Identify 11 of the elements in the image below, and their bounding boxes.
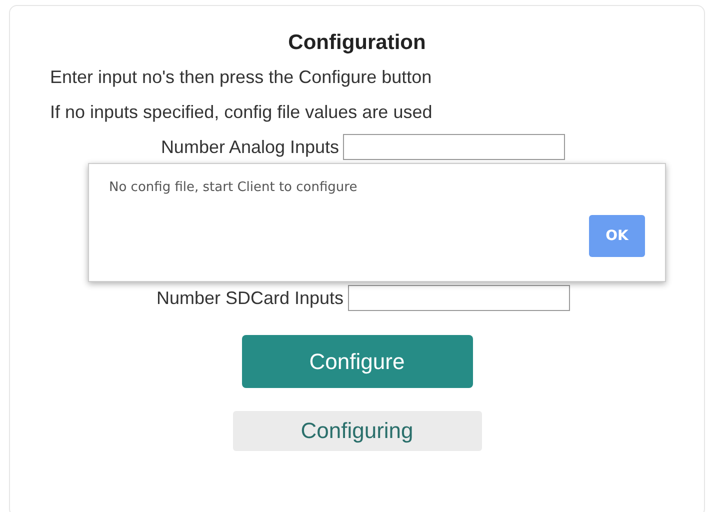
status-label: Configuring xyxy=(232,411,482,451)
configure-button[interactable]: Configure xyxy=(242,335,472,388)
field-label: Number SDCard Inputs xyxy=(156,288,344,308)
input-field[interactable] xyxy=(343,134,566,160)
input-field[interactable] xyxy=(348,285,570,311)
field-label: Number Analog Inputs xyxy=(160,136,340,158)
dialog-message: No config file, start Client to configure xyxy=(109,180,358,195)
ok-button[interactable]: OK xyxy=(589,215,645,257)
instruction-text: Enter input no's then press the Configure button xyxy=(50,67,432,88)
instruction-text: If no inputs specified, config file values are used xyxy=(50,102,432,123)
page-title: Configuration xyxy=(288,31,426,55)
